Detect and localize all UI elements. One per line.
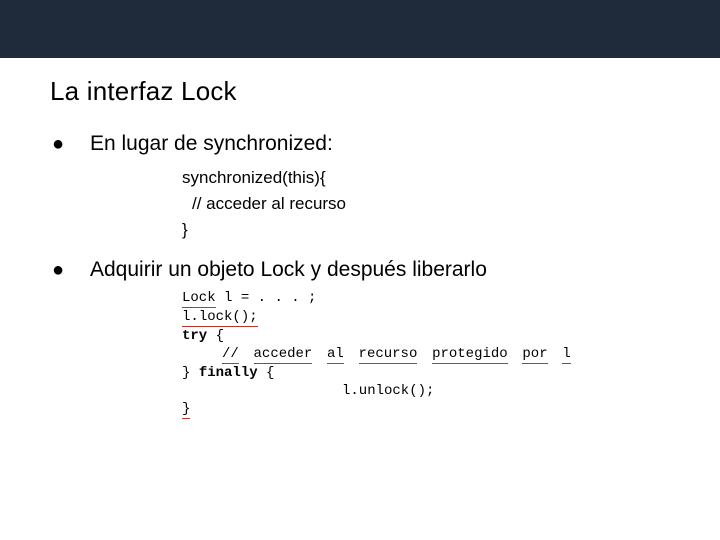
code-line: }	[182, 400, 680, 419]
code-line: try {	[182, 327, 680, 345]
slide-title: La interfaz Lock	[50, 76, 680, 107]
code-snippet-lock: Lock l = . . . ; l.lock(); try { // acce…	[182, 289, 680, 419]
code-line: // acceder al recurso protegido por l	[182, 345, 680, 364]
slide-body: La interfaz Lock ● En lugar de synchroni…	[0, 58, 720, 419]
code-line: l.lock();	[182, 308, 680, 327]
bullet-text: En lugar de synchronized:	[90, 131, 333, 157]
slide-top-bar	[0, 0, 720, 58]
bullet-marker: ●	[50, 131, 90, 157]
code-line: // acceder al recurso	[182, 191, 680, 217]
bullet-item: ● En lugar de synchronized:	[50, 131, 680, 157]
code-line: l.unlock();	[182, 382, 680, 400]
bullet-item: ● Adquirir un objeto Lock y después libe…	[50, 257, 680, 283]
code-line: synchronized(this){	[182, 165, 680, 191]
bullet-text: Adquirir un objeto Lock y después libera…	[90, 257, 487, 283]
code-line: } finally {	[182, 364, 680, 382]
code-line: Lock l = . . . ;	[182, 289, 680, 308]
code-snippet-synchronized: synchronized(this){ // acceder al recurs…	[182, 165, 680, 243]
code-line: }	[182, 217, 680, 243]
bullet-marker: ●	[50, 257, 90, 283]
